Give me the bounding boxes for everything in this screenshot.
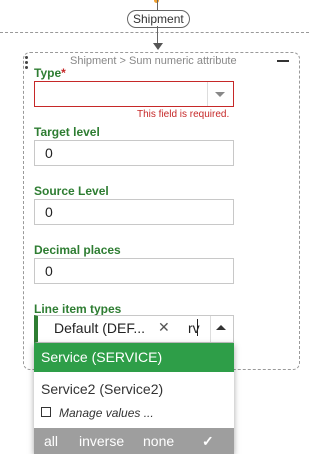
node-label-pill[interactable]: Shipment — [127, 10, 190, 28]
target-level-label: Target level — [34, 125, 100, 139]
select-divider — [207, 82, 208, 106]
swimlane-divider — [0, 32, 309, 33]
options-dropdown: Service (SERVICE) Service2 (Service2) Ma… — [34, 343, 234, 454]
type-error-message: This field is required. — [137, 109, 230, 120]
chevron-up-icon[interactable] — [216, 325, 226, 330]
source-level-input[interactable]: 0 — [34, 199, 234, 225]
minimize-icon[interactable] — [277, 60, 289, 62]
drag-handle-icon[interactable] — [25, 56, 29, 71]
select-all-button[interactable]: all — [44, 433, 58, 449]
confirm-check-icon[interactable]: ✓ — [202, 433, 214, 450]
type-label: Type* — [34, 66, 66, 80]
multiselect-divider — [210, 316, 211, 342]
manage-values-label: Manage values ... — [59, 406, 154, 420]
required-asterisk: * — [61, 66, 66, 80]
decimal-places-input[interactable]: 0 — [34, 258, 234, 284]
source-level-label: Source Level — [34, 184, 109, 198]
arrow-down-icon — [153, 43, 163, 50]
connector-line — [157, 26, 158, 43]
selected-chip: Default (DEF... — [54, 320, 146, 336]
text-cursor — [197, 319, 198, 336]
chevron-down-icon[interactable] — [215, 92, 225, 97]
decimal-places-label: Decimal places — [34, 243, 121, 257]
remove-chip-icon[interactable]: ✕ — [158, 319, 170, 336]
target-level-input[interactable]: 0 — [34, 140, 234, 166]
external-link-icon — [41, 407, 51, 417]
option-service[interactable]: Service (SERVICE) — [34, 343, 234, 372]
manage-values-link[interactable]: Manage values ... — [41, 406, 154, 420]
option-service2[interactable]: Service2 (Service2) — [34, 375, 234, 404]
select-none-button[interactable]: none — [143, 433, 174, 449]
card-title: Shipment > Sum numeric attribute — [70, 55, 237, 67]
type-select[interactable] — [34, 81, 234, 107]
dropdown-footer: all inverse none ✓ — [34, 428, 234, 454]
line-item-types-label: Line item types — [34, 302, 122, 316]
select-inverse-button[interactable]: inverse — [79, 433, 124, 449]
